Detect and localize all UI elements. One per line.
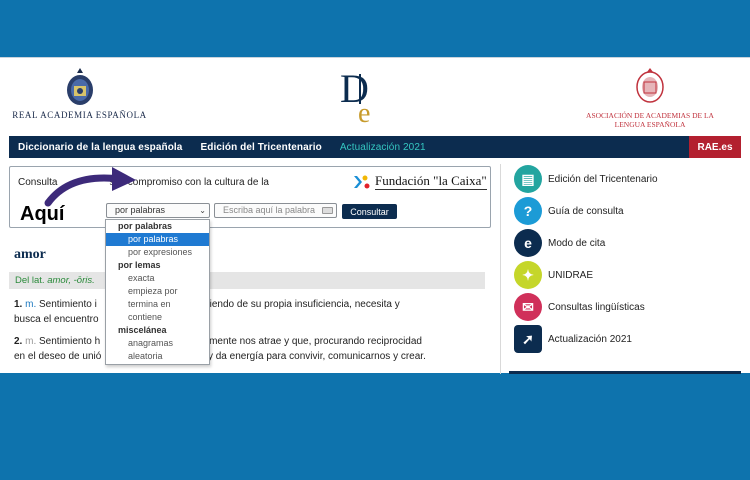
dropdown-option[interactable]: termina en <box>106 298 209 311</box>
sidebar-item-guia[interactable]: ? Guía de consulta <box>514 195 744 227</box>
asale-crest-icon <box>636 68 664 103</box>
etymology-line: Del lat. amor, -ōris. <box>9 272 485 289</box>
lightbulb-icon: ✦ <box>514 261 542 289</box>
sidebar-item-tricentenario[interactable]: ▤ Edición del Tricentenario <box>514 163 744 195</box>
nav-actualizacion[interactable]: Actualización 2021 <box>331 142 435 153</box>
sidebar-bottom-bar <box>509 371 741 374</box>
fundacion-logo[interactable]: Fundación "la Caixa" <box>350 173 487 190</box>
fundacion-name: Fundación "la Caixa" <box>375 173 487 190</box>
question-icon: ? <box>514 197 542 225</box>
dle-monogram-icon: D e <box>340 66 370 129</box>
sidebar-divider <box>500 164 501 374</box>
dle-logo[interactable]: D e <box>338 64 386 129</box>
dropdown-option[interactable]: aleatoria <box>106 350 209 363</box>
dropdown-option[interactable]: empieza por <box>106 285 209 298</box>
annotation-arrow-icon <box>44 167 136 207</box>
abbr-m[interactable]: m. <box>25 336 36 347</box>
abbr-m[interactable]: m. <box>25 299 36 310</box>
dropdown-option[interactable]: exacta <box>106 272 209 285</box>
nav-tricentenario[interactable]: Edición del Tricentenario <box>191 142 330 153</box>
search-mode-dropdown: por palabras por palabras por expresione… <box>105 219 210 365</box>
entry-headword: amor <box>14 247 46 262</box>
rae-crest-icon <box>66 68 93 105</box>
book-icon: ▤ <box>514 165 542 193</box>
sidebar-item-actualizacion[interactable]: ➚ Actualización 2021 <box>514 323 744 355</box>
dropdown-option[interactable]: por palabras <box>106 233 209 246</box>
caixa-star-icon <box>354 175 370 188</box>
asale-logo[interactable]: ASOCIACIÓN DE ACADEMIAS DE LA LENGUA ESP… <box>585 66 715 129</box>
main-nav: Diccionario de la lengua española Edició… <box>9 136 741 158</box>
chevron-down-icon: ⌄ <box>199 206 206 215</box>
search-input[interactable]: Escriba aquí la palabra <box>214 203 337 218</box>
rae-logo-text: REAL ACADEMIA ESPAÑOLA <box>12 110 147 120</box>
sidebar-item-consultas[interactable]: ✉ Consultas lingüísticas <box>514 291 744 323</box>
definition-2: 2. m. Sentimiento he naturalmente nos at… <box>14 336 426 362</box>
graduation-cap-icon: ✉ <box>514 293 542 321</box>
dropdown-group: por lemas <box>118 260 161 270</box>
sidebar: ▤ Edición del Tricentenario ? Guía de co… <box>514 163 744 355</box>
rae-logo[interactable]: REAL ACADEMIA ESPAÑOLA <box>12 66 147 126</box>
dropdown-option[interactable]: anagramas <box>106 337 209 350</box>
dropdown-option[interactable]: contiene <box>106 311 209 324</box>
arrow-share-icon: ➚ <box>514 325 542 353</box>
nav-rae-link[interactable]: RAE.es <box>689 136 741 158</box>
cite-e-icon: e <box>514 229 542 257</box>
dropdown-group: por palabras <box>118 221 173 231</box>
keyboard-icon[interactable] <box>322 207 333 214</box>
nav-diccionario[interactable]: Diccionario de la lengua española <box>9 142 191 153</box>
definition-1: 1. m. Sentimiento io que, partiendo de s… <box>14 299 400 325</box>
consultar-button[interactable]: Consultar <box>342 204 397 219</box>
site-header: REAL ACADEMIA ESPAÑOLA D e ASOCIACIÓN DE… <box>0 58 750 136</box>
dropdown-option[interactable]: por expresiones <box>106 246 209 259</box>
sidebar-item-unidrae[interactable]: ✦ UNIDRAE <box>514 259 744 291</box>
asale-logo-text: ASOCIACIÓN DE ACADEMIAS DE LA LENGUA ESP… <box>586 111 714 129</box>
sidebar-item-cita[interactable]: e Modo de cita <box>514 227 744 259</box>
dropdown-group: miscelánea <box>118 325 167 335</box>
